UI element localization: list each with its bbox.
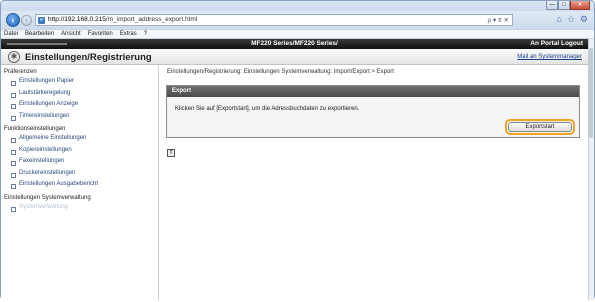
menu-bar: Datei Bearbeiten Ansicht Favoriten Extra… [1, 29, 594, 39]
window-controls: — □ ✕ [546, 1, 590, 11]
url-host: http://192.168.0.215 [48, 16, 106, 23]
settings-gear-icon: ✱ [8, 51, 20, 63]
header-links: An Portal Logout [530, 40, 583, 47]
menu-item-help[interactable]: ? [144, 31, 147, 37]
address-bar-row: ‹ › e http://192.168.0.215/m_import_addr… [1, 11, 594, 29]
site-favicon-icon: e [38, 17, 45, 24]
window-titlebar: — □ ✕ [1, 1, 594, 11]
forward-arrow-icon[interactable]: › [21, 15, 32, 26]
product-name: MF220 Series/MF220 Series/ [251, 40, 338, 47]
menu-item-ansicht[interactable]: Ansicht [61, 31, 81, 37]
sidebar-item-printer-settings[interactable]: Druckereinstellungen [1, 168, 158, 180]
browser-toolbar-icons: ⌂ ☆ ⚙ [556, 14, 588, 25]
back-arrow-icon[interactable]: ‹ [6, 13, 20, 27]
export-panel: Export Klicken Sie auf [Exportstart], um… [166, 85, 580, 138]
gear-icon[interactable]: ⚙ [580, 14, 588, 25]
sidebar-item-timer-settings[interactable]: Timereinstellungen [1, 111, 158, 123]
mail-to-sysadmin-link[interactable]: Mail an Systemmanager [517, 54, 582, 60]
sidebar-item-paper-settings[interactable]: Einstellungen Papier [1, 76, 158, 88]
sidebar: Präferenzen Einstellungen Papier Lautstä… [1, 65, 159, 300]
sidebar-item-output-report-settings[interactable]: Einstellungen Ausgabebericht [1, 179, 158, 191]
menu-item-datei[interactable]: Datei [4, 31, 18, 37]
sidebar-item-common-settings[interactable]: Allgemeine Einstellungen [1, 133, 158, 145]
logout-link[interactable]: Logout [561, 40, 583, 47]
maximize-button[interactable]: □ [558, 1, 570, 10]
close-window-button[interactable]: ✕ [570, 1, 590, 10]
sidebar-section-systemverwaltung: Einstellungen Systemverwaltung [4, 194, 91, 201]
url-text[interactable]: http://192.168.0.215/m_import_address_ex… [48, 16, 197, 23]
sidebar-section-praeferenzen: Präferenzen [4, 69, 37, 75]
sidebar-item-system-management[interactable]: Systemverwaltung [1, 202, 158, 214]
panel-instruction-text: Klicken Sie auf [Exportstart], um die Ad… [175, 106, 360, 112]
url-path: /m_import_address_export.html [105, 16, 198, 23]
menu-item-extras[interactable]: Extras [120, 31, 137, 37]
export-start-button[interactable]: Exportstart [508, 122, 572, 132]
panel-title: Export [167, 86, 579, 97]
minimize-button[interactable]: — [546, 1, 558, 10]
favorites-star-icon[interactable]: ☆ [567, 14, 575, 25]
sidebar-item-copy-settings[interactable]: Kopiereinstellungen [1, 145, 158, 157]
export-start-button-highlight: Exportstart [505, 119, 575, 135]
main-area: Einstellungen/Registrierung: Einstellung… [161, 65, 588, 300]
sidebar-item-volume-control[interactable]: Lautstärkeregelung [1, 88, 158, 100]
sidebar-section-funktionseinstellungen: Funktionseinstellungen [4, 126, 66, 132]
sidebar-item-fax-settings[interactable]: Faxeinstellungen [1, 156, 158, 168]
scrollbar-thumb[interactable] [589, 48, 593, 138]
breadcrumb: Einstellungen/Registrierung: Einstellung… [167, 69, 394, 75]
menu-item-favoriten[interactable]: Favoriten [88, 31, 113, 37]
address-bar-tools[interactable]: ρ ▾ ¢ ✕ [488, 16, 509, 24]
portal-link[interactable]: An Portal [530, 40, 559, 47]
page-content: MF220 Series/MF220 Series/ An Portal Log… [1, 39, 588, 300]
menu-item-bearbeiten[interactable]: Bearbeiten [25, 31, 54, 37]
address-bar[interactable]: e http://192.168.0.215/m_import_address_… [35, 14, 513, 26]
page-title: Einstellungen/Registrierung [25, 52, 152, 63]
home-icon[interactable]: ⌂ [556, 14, 561, 25]
page-top-icon[interactable]: ⇑ [167, 149, 175, 157]
device-header: MF220 Series/MF220 Series/ An Portal Log… [1, 39, 588, 49]
title-banner: ✱ Einstellungen/Registrierung Mail an Sy… [1, 49, 588, 65]
sidebar-item-display-settings[interactable]: Einstellungen Anzeige [1, 99, 158, 111]
